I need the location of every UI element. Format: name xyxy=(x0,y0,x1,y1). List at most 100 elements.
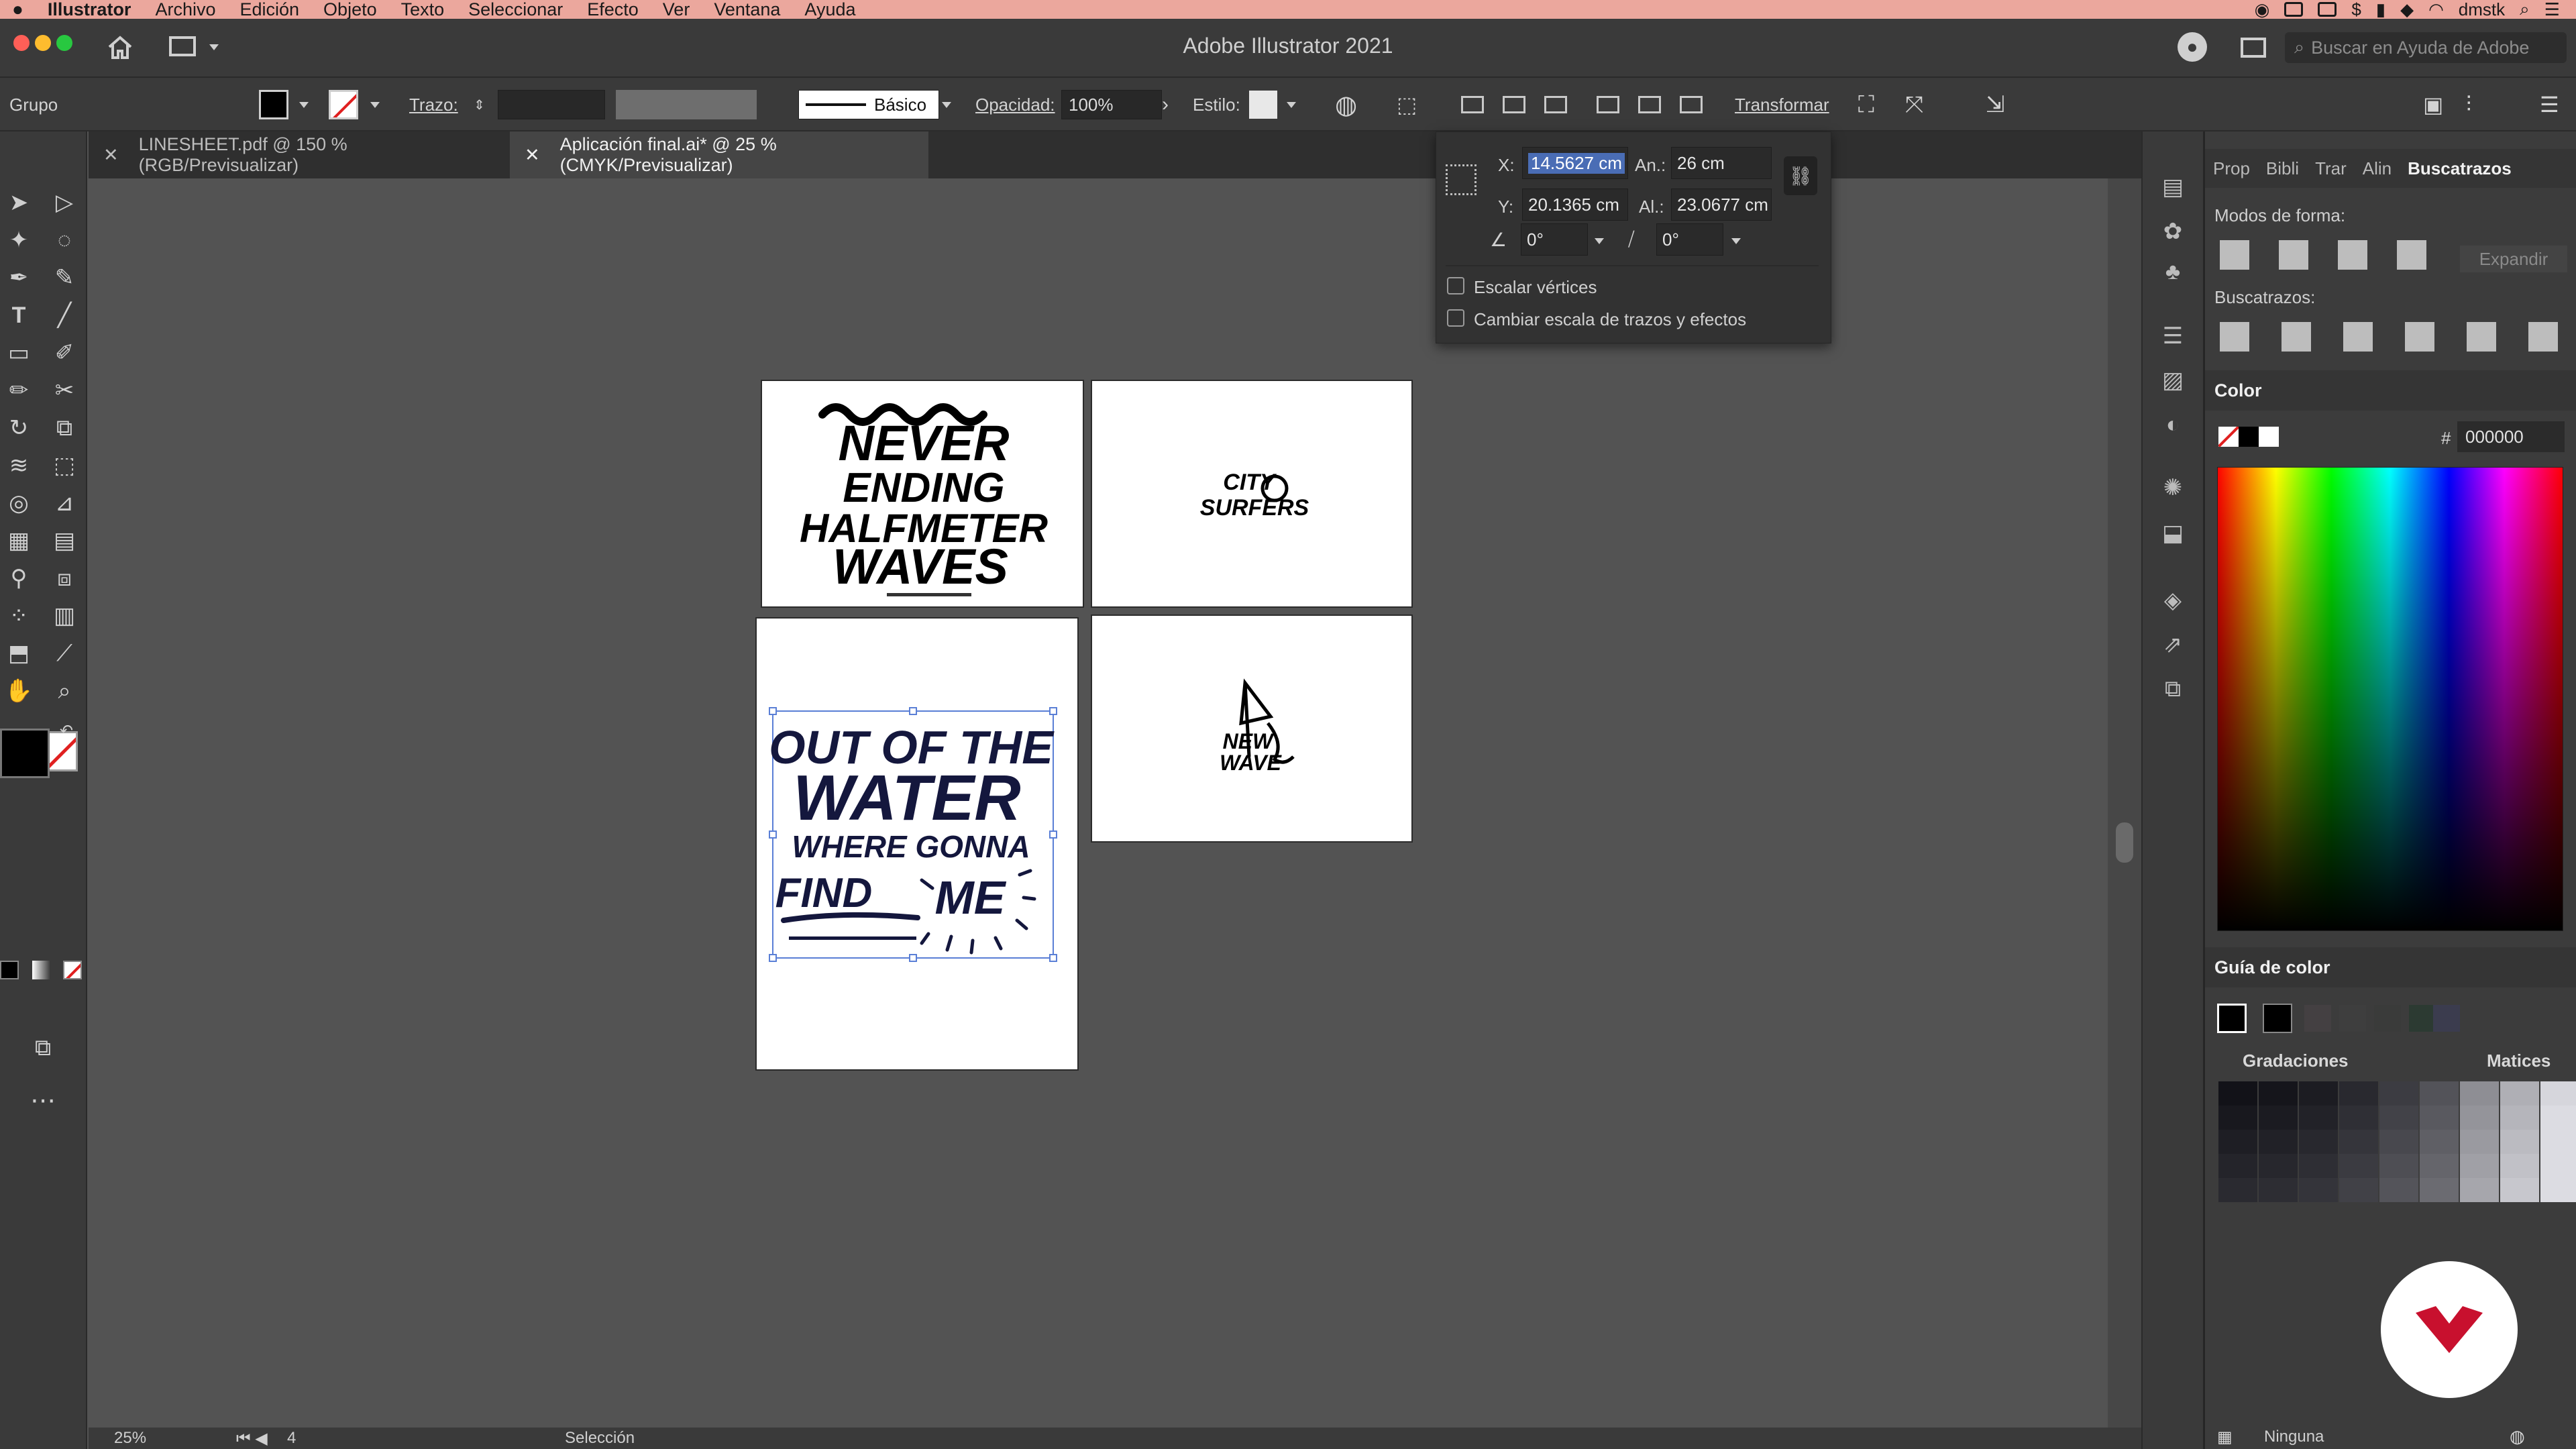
shaper-tool-icon[interactable]: ✏ xyxy=(1,373,36,408)
guide-swatch[interactable] xyxy=(2218,1106,2257,1130)
constrain-proportions-icon[interactable]: ⛓ xyxy=(1784,156,1817,195)
arrange-documents-icon[interactable] xyxy=(2241,38,2266,58)
help-search-input[interactable]: ⌕ Buscar en Ayuda de Adobe xyxy=(2285,32,2567,63)
canvas[interactable]: NEVER ENDING HALFMETER WAVES CITY SURFER… xyxy=(89,178,2108,1428)
tab-linesheet[interactable]: ✕ LINESHEET.pdf @ 150 % (RGB/Previsualiz… xyxy=(89,131,504,178)
scale-strokes-checkbox[interactable] xyxy=(1447,309,1464,327)
swap-fill-stroke-icon[interactable]: ↶ xyxy=(56,720,76,741)
notification-icon[interactable]: ◆ xyxy=(2400,0,2414,20)
artboard-number[interactable]: 4 xyxy=(287,1429,296,1448)
align-vcenter-icon[interactable] xyxy=(1638,96,1661,113)
artboard-city-surfers[interactable]: CITY SURFERS xyxy=(1091,380,1413,608)
crop-icon[interactable] xyxy=(2405,322,2434,352)
color-mode-icon[interactable] xyxy=(0,961,19,979)
color-panel-header[interactable]: Color xyxy=(2205,370,2576,411)
mesh-tool-icon[interactable]: ▦ xyxy=(1,523,36,558)
screen-mode-icon[interactable]: ⧉ xyxy=(25,1030,60,1065)
guide-swatch[interactable] xyxy=(2379,1081,2418,1106)
recolor-artwork-icon[interactable]: ◍ xyxy=(1335,78,1357,131)
guide-swatch[interactable] xyxy=(2339,1130,2378,1154)
tab-transform[interactable]: Trar xyxy=(2307,158,2355,179)
vertical-scrollbar[interactable] xyxy=(2108,178,2141,1428)
brush-dropdown-icon[interactable] xyxy=(942,101,951,108)
guide-swatch[interactable] xyxy=(2500,1154,2539,1178)
export-icon[interactable]: ⇗ xyxy=(2157,629,2188,660)
trim-icon[interactable] xyxy=(2282,322,2311,352)
harmony-swatch-3[interactable] xyxy=(2339,1005,2366,1032)
guide-swatch[interactable] xyxy=(2339,1154,2378,1178)
arrange-icon[interactable]: ▣ xyxy=(2423,78,2443,131)
height-field[interactable]: 23.0677 cm xyxy=(1671,189,1772,221)
zoom-tool-icon[interactable]: ⌕ xyxy=(47,674,82,708)
menubar-username[interactable]: dmstk xyxy=(2459,0,2505,20)
guide-swatch[interactable] xyxy=(2540,1106,2576,1130)
menu-app-name[interactable]: Illustrator xyxy=(48,0,131,20)
guide-swatch[interactable] xyxy=(2540,1154,2576,1178)
tints-label[interactable]: Matices xyxy=(2487,1051,2551,1071)
guide-swatch[interactable] xyxy=(2299,1130,2338,1154)
guide-swatch[interactable] xyxy=(2420,1130,2459,1154)
puppet-warp-icon[interactable]: ⤧ xyxy=(1905,78,1923,131)
screen-icon[interactable] xyxy=(2318,2,2337,17)
align-to-icon[interactable]: ⬚ xyxy=(1397,78,1417,131)
warp-tool-icon[interactable]: ≋ xyxy=(1,448,36,483)
guide-swatch[interactable] xyxy=(2379,1130,2418,1154)
minus-front-icon[interactable] xyxy=(2279,240,2308,270)
reference-point-icon[interactable] xyxy=(1446,164,1477,195)
style-dropdown-icon[interactable] xyxy=(1287,101,1296,108)
guide-swatch[interactable] xyxy=(2299,1178,2338,1202)
chevron-right-icon[interactable]: › xyxy=(1162,78,1169,131)
transparency-icon[interactable]: ◐ xyxy=(2157,409,2188,440)
menu-texto[interactable]: Texto xyxy=(401,0,445,20)
scale-tool-icon[interactable]: ⧉ xyxy=(47,411,82,445)
gradations-label[interactable]: Gradaciones xyxy=(2243,1051,2349,1071)
merge-icon[interactable] xyxy=(2343,322,2373,352)
symbols-icon[interactable]: ♣ xyxy=(2157,256,2188,287)
account-icon[interactable]: ● xyxy=(2178,32,2207,62)
stroke-weight-field[interactable] xyxy=(498,90,605,119)
width-field[interactable]: 26 cm xyxy=(1671,147,1772,179)
menu-ver[interactable]: Ver xyxy=(663,0,690,20)
stroke-dropdown-icon[interactable] xyxy=(370,101,380,108)
guide-swatch[interactable] xyxy=(2339,1106,2378,1130)
tab-align[interactable]: Alin xyxy=(2355,158,2400,179)
mic-icon[interactable]: ▮ xyxy=(2376,0,2385,20)
appearance-icon[interactable]: ✺ xyxy=(2157,472,2188,503)
pen-tool-icon[interactable]: ✒ xyxy=(1,260,36,295)
spotlight-icon[interactable]: ⌕ xyxy=(2520,0,2530,20)
outline-icon[interactable] xyxy=(2467,322,2496,352)
base-color-swatch[interactable] xyxy=(2217,1004,2247,1033)
hex-input[interactable]: 000000 xyxy=(2457,421,2565,452)
apple-icon[interactable]: ● xyxy=(12,0,23,20)
guide-swatch[interactable] xyxy=(2218,1081,2257,1106)
none-swatch[interactable] xyxy=(2218,427,2239,447)
direct-selection-tool-icon[interactable]: ▷ xyxy=(47,185,82,220)
expand-button[interactable]: Expandir xyxy=(2460,246,2567,272)
variable-width-profile[interactable] xyxy=(616,90,757,119)
distribute-icon[interactable]: ⫶ xyxy=(2466,78,2471,131)
black-swatch[interactable] xyxy=(2239,427,2259,447)
menu-edicion[interactable]: Edición xyxy=(239,0,299,20)
rotate-tool-icon[interactable]: ↻ xyxy=(1,411,36,445)
guide-swatch[interactable] xyxy=(2420,1081,2459,1106)
guide-swatch[interactable] xyxy=(2259,1178,2298,1202)
edit-toolbar-icon[interactable]: ⋯ xyxy=(25,1083,60,1118)
rotate-dropdown-icon[interactable] xyxy=(1595,238,1604,244)
guide-swatch[interactable] xyxy=(2500,1081,2539,1106)
graphic-style-swatch[interactable] xyxy=(1249,91,1277,119)
guide-swatch[interactable] xyxy=(2540,1130,2576,1154)
hand-tool-icon[interactable]: ✋ xyxy=(1,674,36,708)
align-left-icon[interactable] xyxy=(1461,96,1484,113)
tab-properties[interactable]: Prop xyxy=(2205,158,2258,179)
menu-efecto[interactable]: Efecto xyxy=(587,0,639,20)
fill-swatch[interactable] xyxy=(259,90,288,119)
x-field[interactable]: 14.5627 cm xyxy=(1522,147,1628,179)
color-wheel-icon[interactable]: ◍ xyxy=(2510,1426,2525,1447)
menu-objeto[interactable]: Objeto xyxy=(323,0,377,20)
type-tool-icon[interactable]: T xyxy=(1,298,36,333)
white-swatch[interactable] xyxy=(2259,427,2279,447)
y-field[interactable]: 20.1365 cm xyxy=(1522,189,1628,221)
guide-swatch[interactable] xyxy=(2540,1178,2576,1202)
none-mode-icon[interactable] xyxy=(63,961,82,979)
guide-swatch[interactable] xyxy=(2460,1106,2499,1130)
